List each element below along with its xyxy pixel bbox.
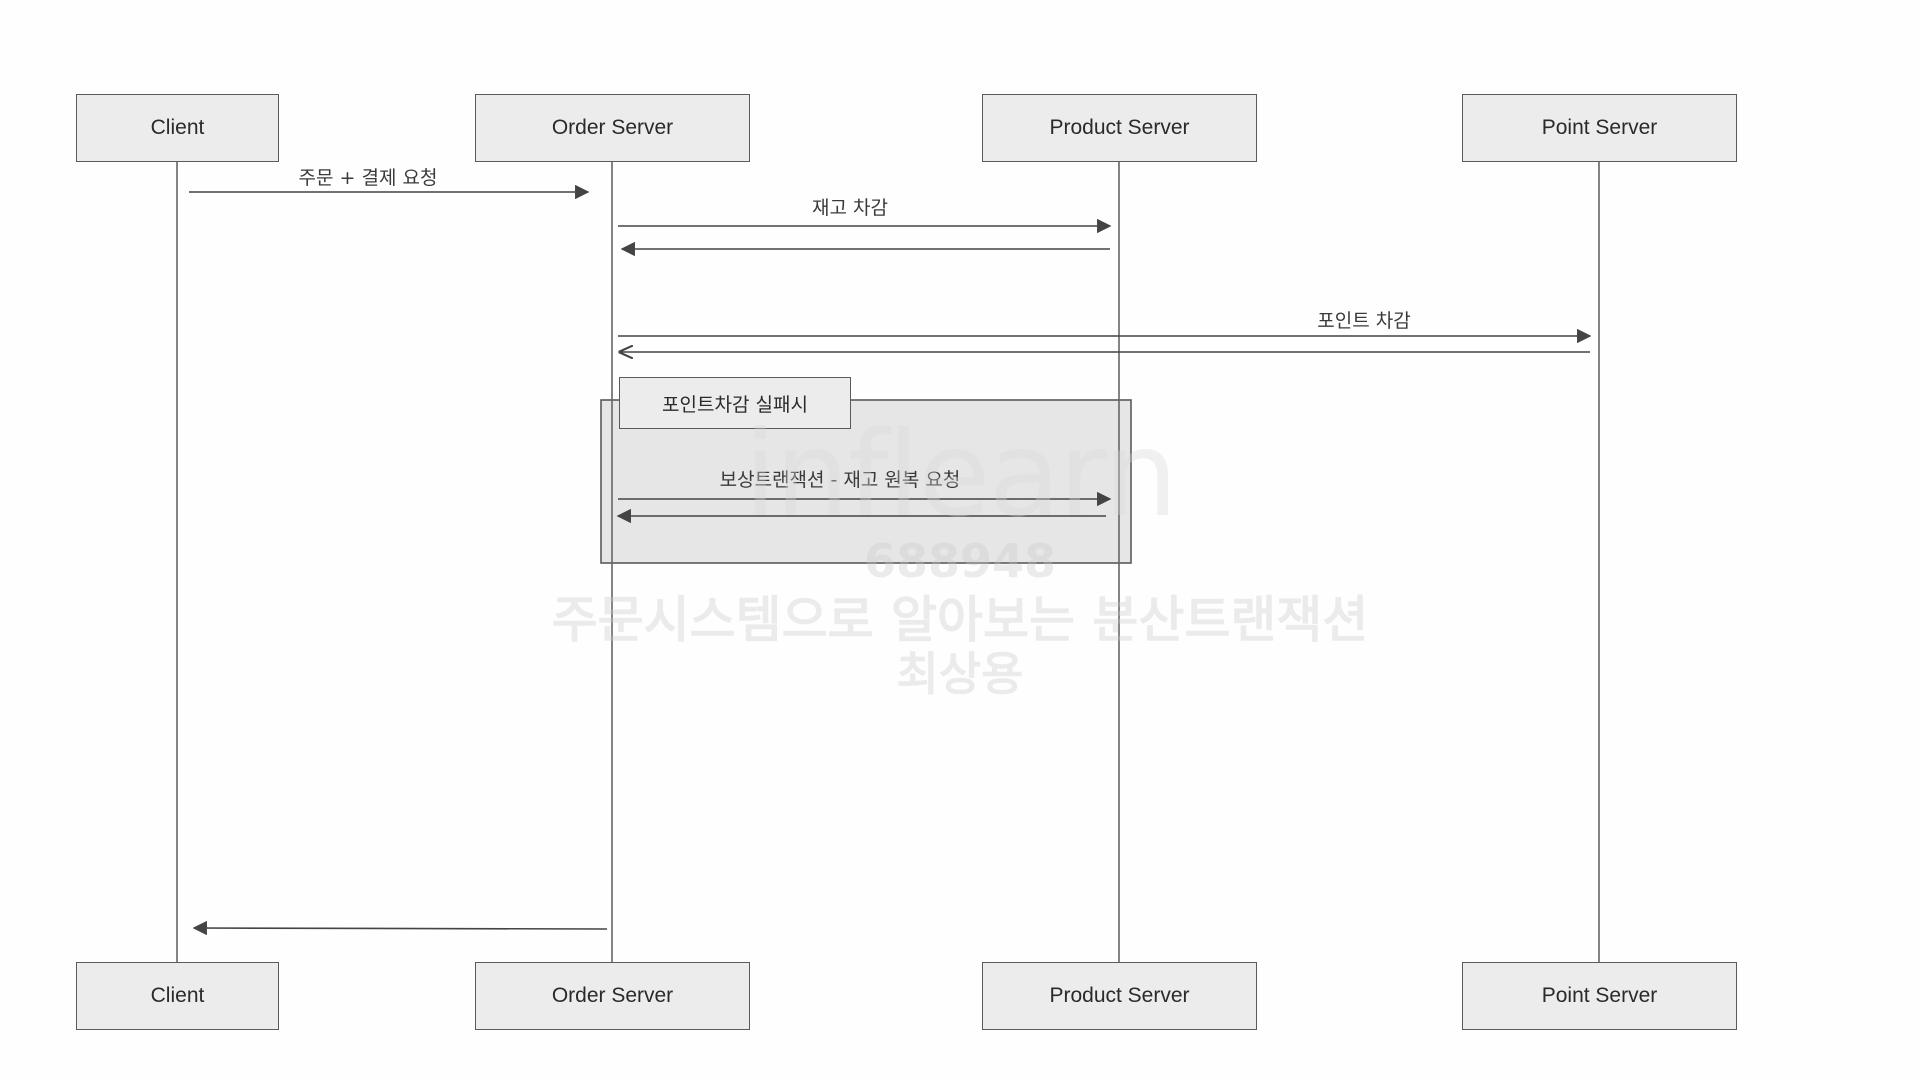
point-deduct-label: 포인트 차감	[1317, 310, 1411, 332]
order-payment-request-label: 주문 + 결제 요청	[298, 167, 438, 189]
participant-client-top: Client	[76, 94, 279, 162]
participant-client-bottom: Client	[76, 962, 279, 1030]
diagram-lines	[176, 162, 1600, 962]
participant-order-server-top: Order Server	[475, 94, 750, 162]
participant-product-server-top: Product Server	[982, 94, 1257, 162]
stock-deduct-label: 재고 차감	[812, 197, 888, 219]
participant-product-server-bottom: Product Server	[982, 962, 1257, 1030]
participant-point-server-bottom: Point Server	[1462, 962, 1737, 1030]
compensation-label: 보상트랜잭션 - 재고 원복 요청	[719, 469, 961, 491]
sequence-diagram: 포인트차감 실패시 Client Order Server Product Se…	[0, 0, 1920, 1080]
alt-frame-condition: 포인트차감 실패시	[619, 377, 851, 429]
participant-point-server-top: Point Server	[1462, 94, 1737, 162]
final-response-arrow	[192, 920, 608, 936]
participant-order-server-bottom: Order Server	[475, 962, 750, 1030]
